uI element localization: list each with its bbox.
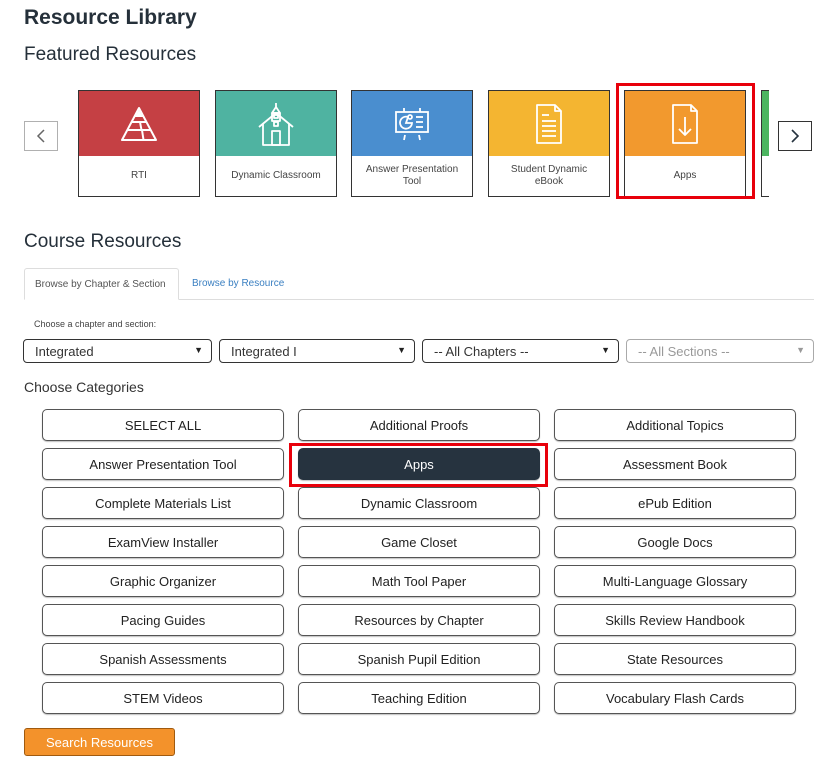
tile-label: Dynamic Classroom xyxy=(231,170,321,181)
chapter-select[interactable]: -- All Chapters -- ▼ xyxy=(422,339,619,363)
tab-browse-by-chapter-section[interactable]: Browse by Chapter & Section xyxy=(24,268,179,300)
dropdown-arrow-icon: ▼ xyxy=(796,345,805,355)
tile-label: Student Dynamic eBook xyxy=(510,164,588,187)
select-value: Integrated xyxy=(35,343,94,359)
choose-chapter-label: Choose a chapter and section: xyxy=(34,319,157,329)
category-grid: SELECT ALL Additional Proofs Additional … xyxy=(42,409,796,714)
carousel-prev-button[interactable] xyxy=(24,121,58,151)
document-icon xyxy=(536,103,562,144)
category-google-docs[interactable]: Google Docs xyxy=(554,526,796,558)
section-select[interactable]: -- All Sections -- ▼ xyxy=(626,339,814,363)
presentation-easel-icon xyxy=(395,107,429,140)
tile-label: Apps xyxy=(673,170,697,181)
category-additional-topics[interactable]: Additional Topics xyxy=(554,409,796,441)
course-select[interactable]: Integrated I ▼ xyxy=(219,339,415,363)
category-graphic-organizer[interactable]: Graphic Organizer xyxy=(42,565,284,597)
dropdown-arrow-icon: ▼ xyxy=(397,345,406,355)
category-resources-by-chapter[interactable]: Resources by Chapter xyxy=(298,604,540,636)
category-select-all[interactable]: SELECT ALL xyxy=(42,409,284,441)
category-apps[interactable]: Apps xyxy=(298,448,540,480)
category-complete-materials-list[interactable]: Complete Materials List xyxy=(42,487,284,519)
chevron-left-icon xyxy=(36,129,45,143)
select-value: -- All Sections -- xyxy=(638,343,730,359)
category-multi-language-glossary[interactable]: Multi-Language Glossary xyxy=(554,565,796,597)
program-select[interactable]: Integrated ▼ xyxy=(23,339,212,363)
category-answer-presentation-tool[interactable]: Answer Presentation Tool xyxy=(42,448,284,480)
category-game-closet[interactable]: Game Closet xyxy=(298,526,540,558)
featured-tile-dynamic-classroom[interactable]: Dynamic Classroom xyxy=(215,90,337,197)
category-teaching-edition[interactable]: Teaching Edition xyxy=(298,682,540,714)
tab-browse-by-resource[interactable]: Browse by Resource xyxy=(182,268,294,299)
course-resources-heading: Course Resources xyxy=(24,231,182,252)
select-value: Integrated I xyxy=(231,343,297,359)
category-stem-videos[interactable]: STEM Videos xyxy=(42,682,284,714)
category-epub-edition[interactable]: ePub Edition xyxy=(554,487,796,519)
featured-resources-heading: Featured Resources xyxy=(24,44,197,65)
pyramid-icon xyxy=(121,106,157,141)
download-file-icon xyxy=(672,103,698,144)
featured-tile-student-dynamic-ebook[interactable]: Student Dynamic eBook xyxy=(488,90,610,197)
category-state-resources[interactable]: State Resources xyxy=(554,643,796,675)
category-dynamic-classroom[interactable]: Dynamic Classroom xyxy=(298,487,540,519)
dropdown-arrow-icon: ▼ xyxy=(601,345,610,355)
featured-tile-partial[interactable] xyxy=(761,90,769,197)
search-resources-button[interactable]: Search Resources xyxy=(24,728,175,756)
category-skills-review-handbook[interactable]: Skills Review Handbook xyxy=(554,604,796,636)
page-title: Resource Library xyxy=(24,6,197,29)
featured-tile-rti[interactable]: RTI xyxy=(78,90,200,197)
tile-label: Answer Presentation Tool xyxy=(365,164,459,187)
category-vocabulary-flash-cards[interactable]: Vocabulary Flash Cards xyxy=(554,682,796,714)
category-spanish-assessments[interactable]: Spanish Assessments xyxy=(42,643,284,675)
category-math-tool-paper[interactable]: Math Tool Paper xyxy=(298,565,540,597)
category-pacing-guides[interactable]: Pacing Guides xyxy=(42,604,284,636)
select-value: -- All Chapters -- xyxy=(434,343,529,359)
choose-categories-heading: Choose Categories xyxy=(24,379,144,395)
category-examview-installer[interactable]: ExamView Installer xyxy=(42,526,284,558)
chevron-right-icon xyxy=(791,129,800,143)
dropdown-arrow-icon: ▼ xyxy=(194,345,203,355)
category-spanish-pupil-edition[interactable]: Spanish Pupil Edition xyxy=(298,643,540,675)
browse-tabs: Browse by Chapter & Section Browse by Re… xyxy=(24,268,814,300)
featured-tile-answer-presentation-tool[interactable]: Answer Presentation Tool xyxy=(351,90,473,197)
category-additional-proofs[interactable]: Additional Proofs xyxy=(298,409,540,441)
schoolhouse-icon xyxy=(258,102,294,146)
featured-tile-apps[interactable]: Apps xyxy=(624,90,746,197)
carousel-next-button[interactable] xyxy=(778,121,812,151)
tile-label: RTI xyxy=(131,170,147,181)
category-assessment-book[interactable]: Assessment Book xyxy=(554,448,796,480)
